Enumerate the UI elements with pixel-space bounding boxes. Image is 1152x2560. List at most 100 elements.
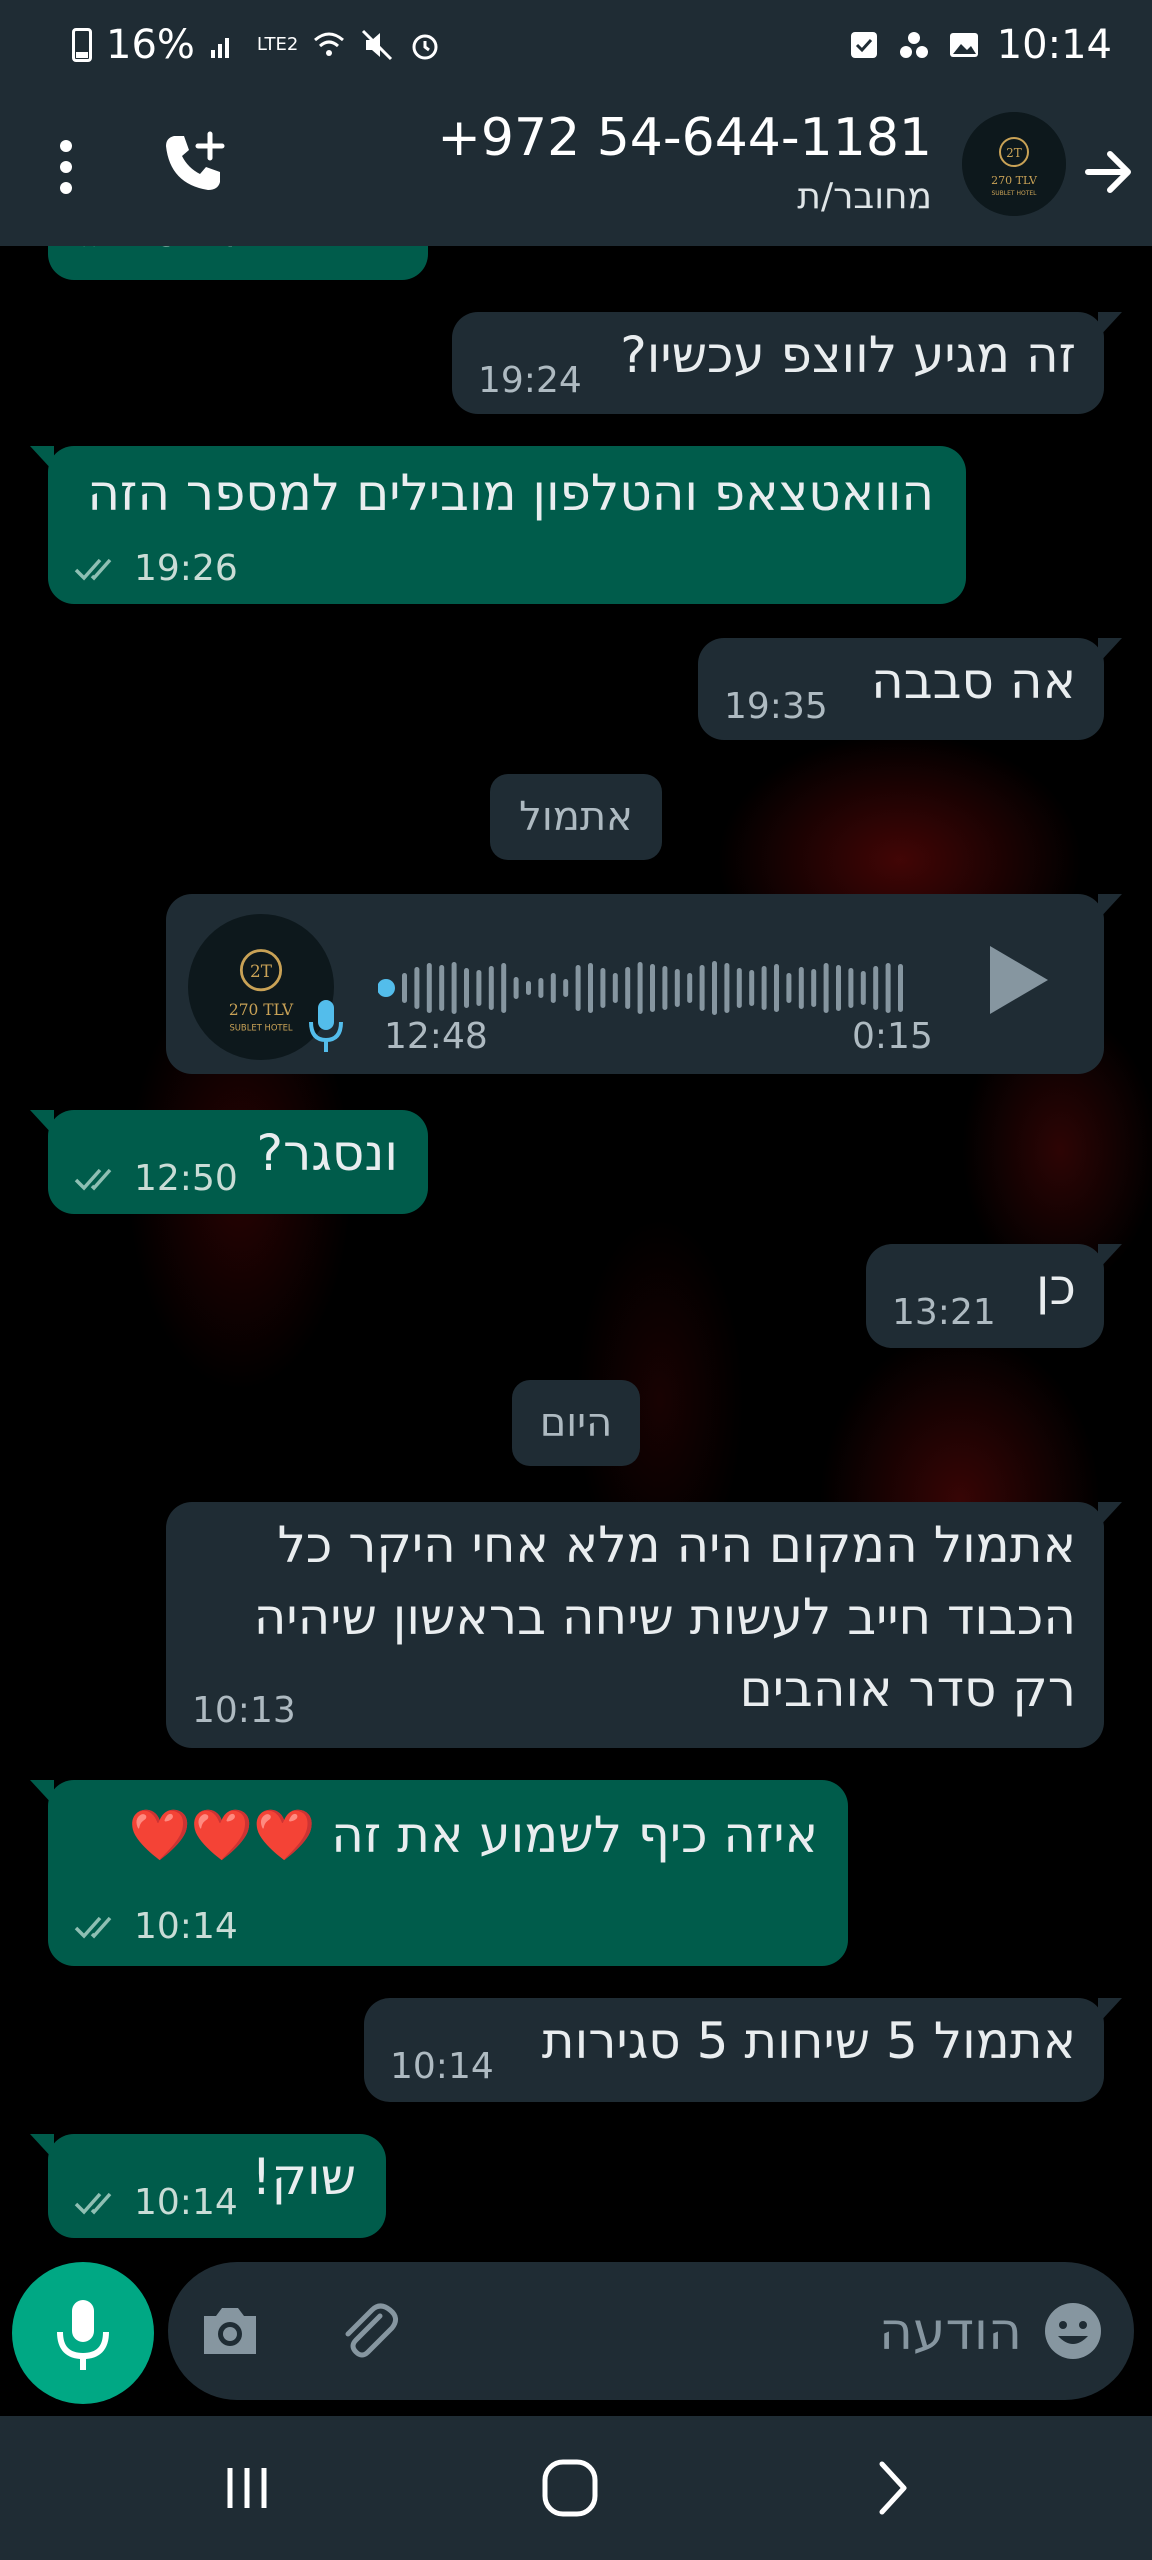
message-text: זה מגיע לווצפ עכשיו? — [620, 326, 1076, 384]
waveform-bar — [885, 963, 891, 1013]
waveform-bar — [402, 973, 407, 1003]
battery-icon — [72, 28, 92, 62]
message-bubble-in[interactable]: אתמול המקום היה מלא אחי היקר כל הכבוד חי… — [166, 1502, 1122, 1748]
waveform-bar — [836, 965, 841, 1011]
svg-text:SUBLET HOTEL: SUBLET HOTEL — [229, 1023, 292, 1033]
waveform-bar — [426, 963, 432, 1013]
waveform-bar — [526, 981, 531, 995]
gallery-icon — [949, 33, 978, 57]
message-list[interactable]: 19:24 זה מגיע לווצפ עכשיו? 19:24 הוואטצא… — [0, 246, 1152, 2260]
hotel-logo-icon: 2T 270 TLV SUBLET HOTEL — [962, 112, 1066, 216]
playhead[interactable] — [378, 979, 395, 997]
date-separator: היום — [512, 1380, 640, 1466]
read-ticks-icon — [74, 2192, 112, 2215]
message-text: שוק! — [251, 2148, 356, 2206]
waveform-bar — [736, 968, 742, 1008]
waveform-bar — [674, 969, 680, 1007]
message-time: 13:21 — [892, 1292, 996, 1333]
waveform-bar — [575, 965, 581, 1011]
camera-icon[interactable] — [198, 2300, 262, 2362]
waveform-bar — [439, 965, 445, 1011]
message-text: ונסגר? — [256, 1124, 398, 1182]
contact-avatar[interactable]: 2T 270 TLV SUBLET HOTEL — [962, 112, 1066, 216]
message-text: אה סבבה — [871, 652, 1076, 710]
attach-icon[interactable] — [336, 2298, 402, 2364]
status-left: 16% LTE2 — [72, 22, 442, 68]
message-bubble-out[interactable]: הוואטצאפ והטלפון מובילים למספר הזה 19:26 — [30, 446, 966, 604]
message-bubble-in[interactable]: אה סבבה 19:35 — [698, 638, 1122, 740]
message-input[interactable] — [500, 2288, 1024, 2376]
date-separator: אתמול — [490, 774, 662, 860]
mic-badge-icon — [309, 1000, 343, 1052]
message-bubble-out[interactable]: איזה כיף לשמוע את זה ❤️❤️❤️ 10:14 — [30, 1780, 848, 1966]
emoji-icon[interactable] — [1042, 2300, 1104, 2362]
system-nav-bar — [0, 2416, 1152, 2560]
message-time: 10:13 — [192, 1690, 296, 1731]
waveform-bar — [823, 963, 829, 1013]
waveform-bar — [798, 967, 804, 1009]
svg-text:2T: 2T — [250, 961, 273, 981]
waveform-bar — [501, 963, 507, 1013]
message-text-line: הכבוד חייב לעשות שיחה בראשון שיהיה — [253, 1588, 1076, 1646]
waveform-bar — [774, 964, 779, 1012]
message-text-line: אתמול המקום היה מלא אחי היקר כל — [277, 1516, 1076, 1574]
voice-record-button[interactable] — [12, 2262, 154, 2404]
waveform-bar — [873, 966, 879, 1010]
waveform-bar — [612, 973, 618, 1003]
read-ticks-icon — [74, 1168, 112, 1191]
message-text: איזה כיף לשמוע את זה ❤️❤️❤️ — [128, 1806, 818, 1864]
contact-name[interactable]: +972 54-644-1181 — [437, 108, 932, 168]
voice-message-bubble[interactable]: 2T 270 TLV SUBLET HOTEL 12:48 0:15 — [166, 894, 1122, 1074]
back-nav-icon[interactable] — [848, 2446, 938, 2530]
voice-duration: 0:15 — [852, 1016, 933, 1057]
recent-apps-icon[interactable] — [202, 2446, 292, 2530]
waveform-bar — [712, 961, 717, 1015]
message-text: הוואטצאפ והטלפון מובילים למספר הזה — [87, 464, 934, 522]
bubble-tail — [1098, 1502, 1122, 1528]
message-bubble-in[interactable]: אתמול 5 שיחות 5 סגירות 10:14 — [364, 1998, 1122, 2102]
waveform-bar — [699, 965, 705, 1011]
waveform-bar — [761, 966, 767, 1010]
home-icon[interactable] — [525, 2446, 615, 2530]
bubble-tail — [30, 1110, 54, 1136]
more-options-icon[interactable] — [46, 132, 86, 202]
contact-status: מחובר/ת — [797, 176, 932, 217]
waveform-bar — [637, 962, 643, 1014]
mute-icon — [362, 29, 393, 61]
bubble-tail — [30, 446, 54, 472]
group-icon — [899, 32, 928, 58]
message-time: 19:24 — [134, 246, 238, 255]
waveform-bar — [749, 970, 755, 1006]
waveform-bar — [538, 978, 544, 998]
message-bubble-in[interactable]: כן 13:21 — [866, 1244, 1122, 1348]
bubble-tail — [1098, 894, 1122, 920]
svg-text:SUBLET HOTEL: SUBLET HOTEL — [991, 190, 1037, 197]
voice-waveform[interactable] — [378, 956, 918, 1020]
message-text-line: רק סדר אוהבים — [739, 1660, 1076, 1718]
waveform-bar — [476, 970, 482, 1006]
message-time: 19:26 — [134, 548, 238, 589]
clock: 10:14 — [996, 22, 1112, 68]
message-bubble-out[interactable]: ונסגר? 12:50 — [30, 1110, 428, 1214]
add-call-icon[interactable] — [160, 128, 230, 198]
message-time: 10:14 — [134, 1906, 238, 1947]
waveform-bar — [563, 979, 569, 997]
check-notification-icon — [850, 32, 877, 58]
svg-text:2T: 2T — [1006, 146, 1022, 160]
message-bubble-in[interactable]: זה מגיע לווצפ עכשיו? 19:24 — [452, 312, 1122, 414]
waveform-bar — [650, 964, 655, 1012]
message-bubble-out[interactable]: שוק! 10:14 — [30, 2134, 386, 2238]
chat-header: 2T 270 TLV SUBLET HOTEL +972 54-644-1181… — [0, 98, 1152, 246]
message-time: 12:50 — [134, 1158, 238, 1199]
message-time: 19:35 — [724, 686, 828, 727]
message-bubble-out[interactable]: 19:24 — [48, 246, 428, 280]
waveform-bar — [898, 964, 903, 1012]
message-time: 12:48 — [384, 1016, 488, 1057]
bubble-tail — [1098, 312, 1122, 338]
back-arrow-icon[interactable] — [1078, 140, 1138, 204]
waveform-bar — [724, 963, 730, 1013]
play-icon[interactable] — [982, 940, 1054, 1020]
waveform-bar — [860, 971, 866, 1005]
message-time: 10:14 — [390, 2046, 494, 2087]
bubble-tail — [1098, 1998, 1122, 2024]
